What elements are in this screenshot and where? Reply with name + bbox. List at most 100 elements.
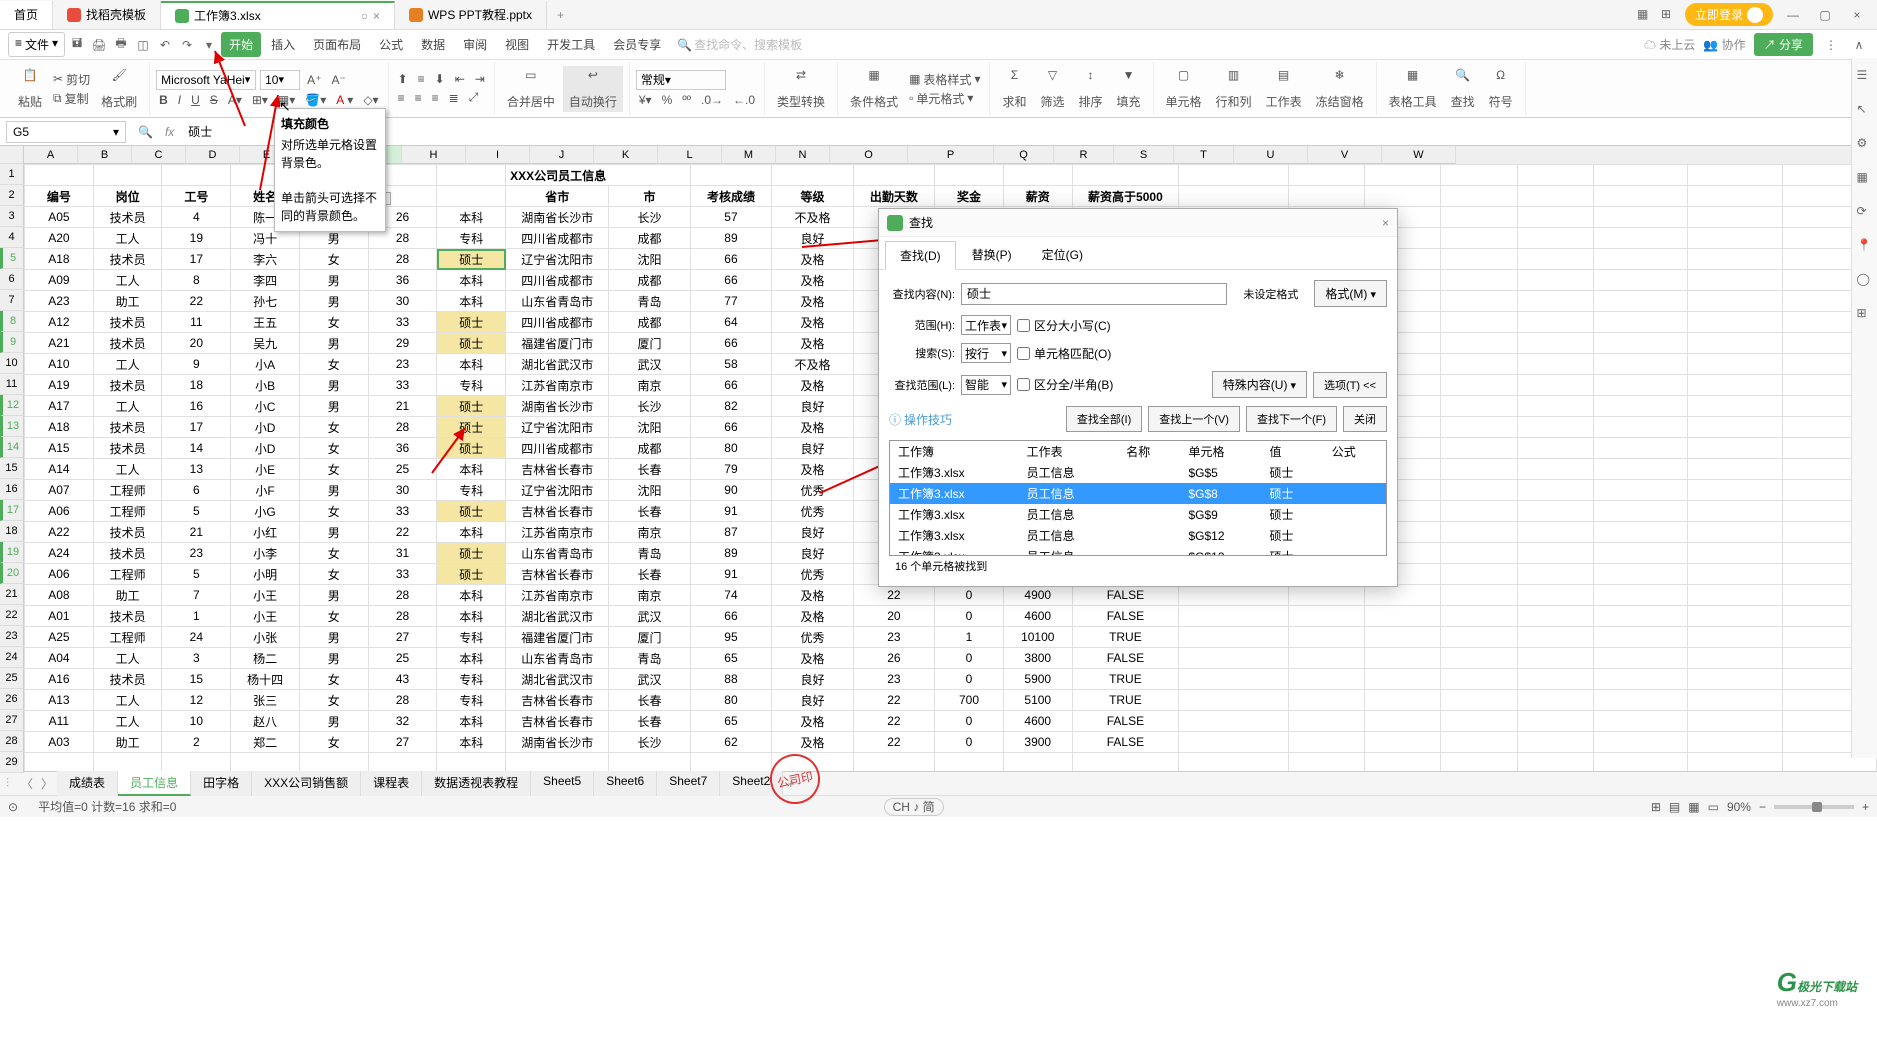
cell[interactable]: 技术员 <box>93 333 162 354</box>
cell[interactable]: 小A <box>231 354 300 375</box>
cell[interactable]: 男 <box>299 375 368 396</box>
row-header[interactable]: 13 <box>0 416 24 437</box>
cell[interactable]: 33 <box>368 564 437 585</box>
menu-start[interactable]: 开始 <box>221 32 261 57</box>
row-header[interactable]: 9 <box>0 332 24 353</box>
cell[interactable]: 27 <box>368 732 437 753</box>
cell[interactable]: 0 <box>935 648 1004 669</box>
sheet-tab[interactable]: Sheet7 <box>657 771 720 796</box>
cell[interactable]: 李六 <box>231 249 300 270</box>
comma-icon[interactable]: ºº <box>679 92 694 108</box>
cell[interactable]: 本科 <box>437 522 506 543</box>
cell[interactable]: 1 <box>935 627 1004 648</box>
zoom-value[interactable]: 90% <box>1727 800 1751 814</box>
close-button[interactable]: 关闭 <box>1343 406 1387 432</box>
row-header[interactable]: 29 <box>0 752 24 773</box>
tab-close-icon[interactable]: × <box>373 9 380 23</box>
cell[interactable]: 3800 <box>1003 648 1072 669</box>
sort-button[interactable]: ↕排序 <box>1073 66 1109 112</box>
menu-dev[interactable]: 开发工具 <box>539 32 603 57</box>
home-tab[interactable]: 首页 <box>0 1 53 29</box>
cell[interactable]: 技术员 <box>93 249 162 270</box>
fill-button[interactable]: ▼填充 <box>1111 66 1147 112</box>
cell[interactable]: 吉林省长春市 <box>506 711 609 732</box>
align-bottom-icon[interactable]: ⬇ <box>432 71 448 87</box>
cell[interactable]: 福建省厦门市 <box>506 627 609 648</box>
dialog-close-icon[interactable]: × <box>1382 216 1389 230</box>
cell[interactable]: 杨二 <box>231 648 300 669</box>
sheet-tab[interactable]: XXX公司销售额 <box>252 771 361 796</box>
row-header[interactable]: 10 <box>0 353 24 374</box>
bold-button[interactable]: B <box>156 92 171 108</box>
cell[interactable]: 男 <box>299 585 368 606</box>
cell[interactable]: 工程师 <box>93 564 162 585</box>
row-header[interactable]: 23 <box>0 626 24 647</box>
row-header[interactable]: 18 <box>0 521 24 542</box>
cell[interactable]: 66 <box>690 333 771 354</box>
strike-button[interactable]: S <box>207 92 221 108</box>
cell[interactable]: 64 <box>690 312 771 333</box>
col-header[interactable]: Q <box>994 146 1054 164</box>
cell[interactable]: 43 <box>368 669 437 690</box>
command-search[interactable]: 查找命令、搜索模板 <box>694 36 834 53</box>
cell[interactable]: 女 <box>299 732 368 753</box>
find-prev-button[interactable]: 查找上一个(V) <box>1148 406 1240 432</box>
cell[interactable]: 长沙 <box>609 732 690 753</box>
preview-icon[interactable]: ◫ <box>133 35 153 55</box>
view-page-icon[interactable]: ▤ <box>1669 800 1680 814</box>
sheet-tab[interactable]: 成绩表 <box>57 771 118 796</box>
cell[interactable]: 江苏省南京市 <box>506 522 609 543</box>
cell[interactable]: 良好 <box>772 543 853 564</box>
cell[interactable]: 长春 <box>609 711 690 732</box>
row-header[interactable]: 6 <box>0 269 24 290</box>
cell[interactable]: 男 <box>299 396 368 417</box>
zoom-slider[interactable] <box>1774 805 1854 809</box>
cell[interactable]: 沈阳 <box>609 480 690 501</box>
cell[interactable]: 硕士 <box>437 312 506 333</box>
cell[interactable]: 22 <box>853 711 934 732</box>
cell[interactable]: 17 <box>162 249 231 270</box>
cell[interactable]: 专科 <box>437 375 506 396</box>
cell[interactable]: 南京 <box>609 375 690 396</box>
row-header[interactable]: 8 <box>0 311 24 332</box>
cell[interactable]: 硕士 <box>437 396 506 417</box>
row-header[interactable]: 22 <box>0 605 24 626</box>
cell[interactable]: 700 <box>935 690 1004 711</box>
cell[interactable]: 22 <box>162 291 231 312</box>
cell[interactable]: 11 <box>162 312 231 333</box>
cell[interactable]: 良好 <box>772 522 853 543</box>
cell[interactable]: 74 <box>690 585 771 606</box>
cell[interactable]: 技术员 <box>93 438 162 459</box>
size-select[interactable]: 10 ▾ <box>260 70 300 90</box>
row-header[interactable]: 15 <box>0 458 24 479</box>
cell[interactable]: TRUE <box>1072 669 1179 690</box>
cell[interactable]: 14 <box>162 438 231 459</box>
cell[interactable]: 女 <box>299 690 368 711</box>
cell[interactable]: 四川省成都市 <box>506 228 609 249</box>
cell[interactable]: A09 <box>25 270 94 291</box>
cell[interactable]: 江苏省南京市 <box>506 585 609 606</box>
cell[interactable]: 良好 <box>772 228 853 249</box>
cell[interactable]: 80 <box>690 690 771 711</box>
cell[interactable]: 77 <box>690 291 771 312</box>
cell[interactable]: 南京 <box>609 522 690 543</box>
cell[interactable]: 湖北省武汉市 <box>506 354 609 375</box>
cell[interactable]: 男 <box>299 270 368 291</box>
cell[interactable]: 33 <box>368 501 437 522</box>
cell[interactable]: 福建省厦门市 <box>506 333 609 354</box>
cell[interactable]: 66 <box>690 270 771 291</box>
cell[interactable]: 男 <box>299 711 368 732</box>
cell[interactable]: 工人 <box>93 711 162 732</box>
minimize-icon[interactable]: — <box>1781 8 1805 22</box>
cell[interactable]: 武汉 <box>609 606 690 627</box>
cell[interactable]: 小G <box>231 501 300 522</box>
cell[interactable]: 及格 <box>772 459 853 480</box>
cell[interactable]: 湖北省武汉市 <box>506 669 609 690</box>
cell[interactable]: 小王 <box>231 585 300 606</box>
zoom-in-icon[interactable]: + <box>1862 800 1869 814</box>
format-painter-button[interactable]: 🖌格式刷 <box>95 66 143 112</box>
cell[interactable]: 30 <box>368 480 437 501</box>
cell[interactable]: 及格 <box>772 249 853 270</box>
cell[interactable]: 成都 <box>609 228 690 249</box>
cell[interactable]: 及格 <box>772 732 853 753</box>
